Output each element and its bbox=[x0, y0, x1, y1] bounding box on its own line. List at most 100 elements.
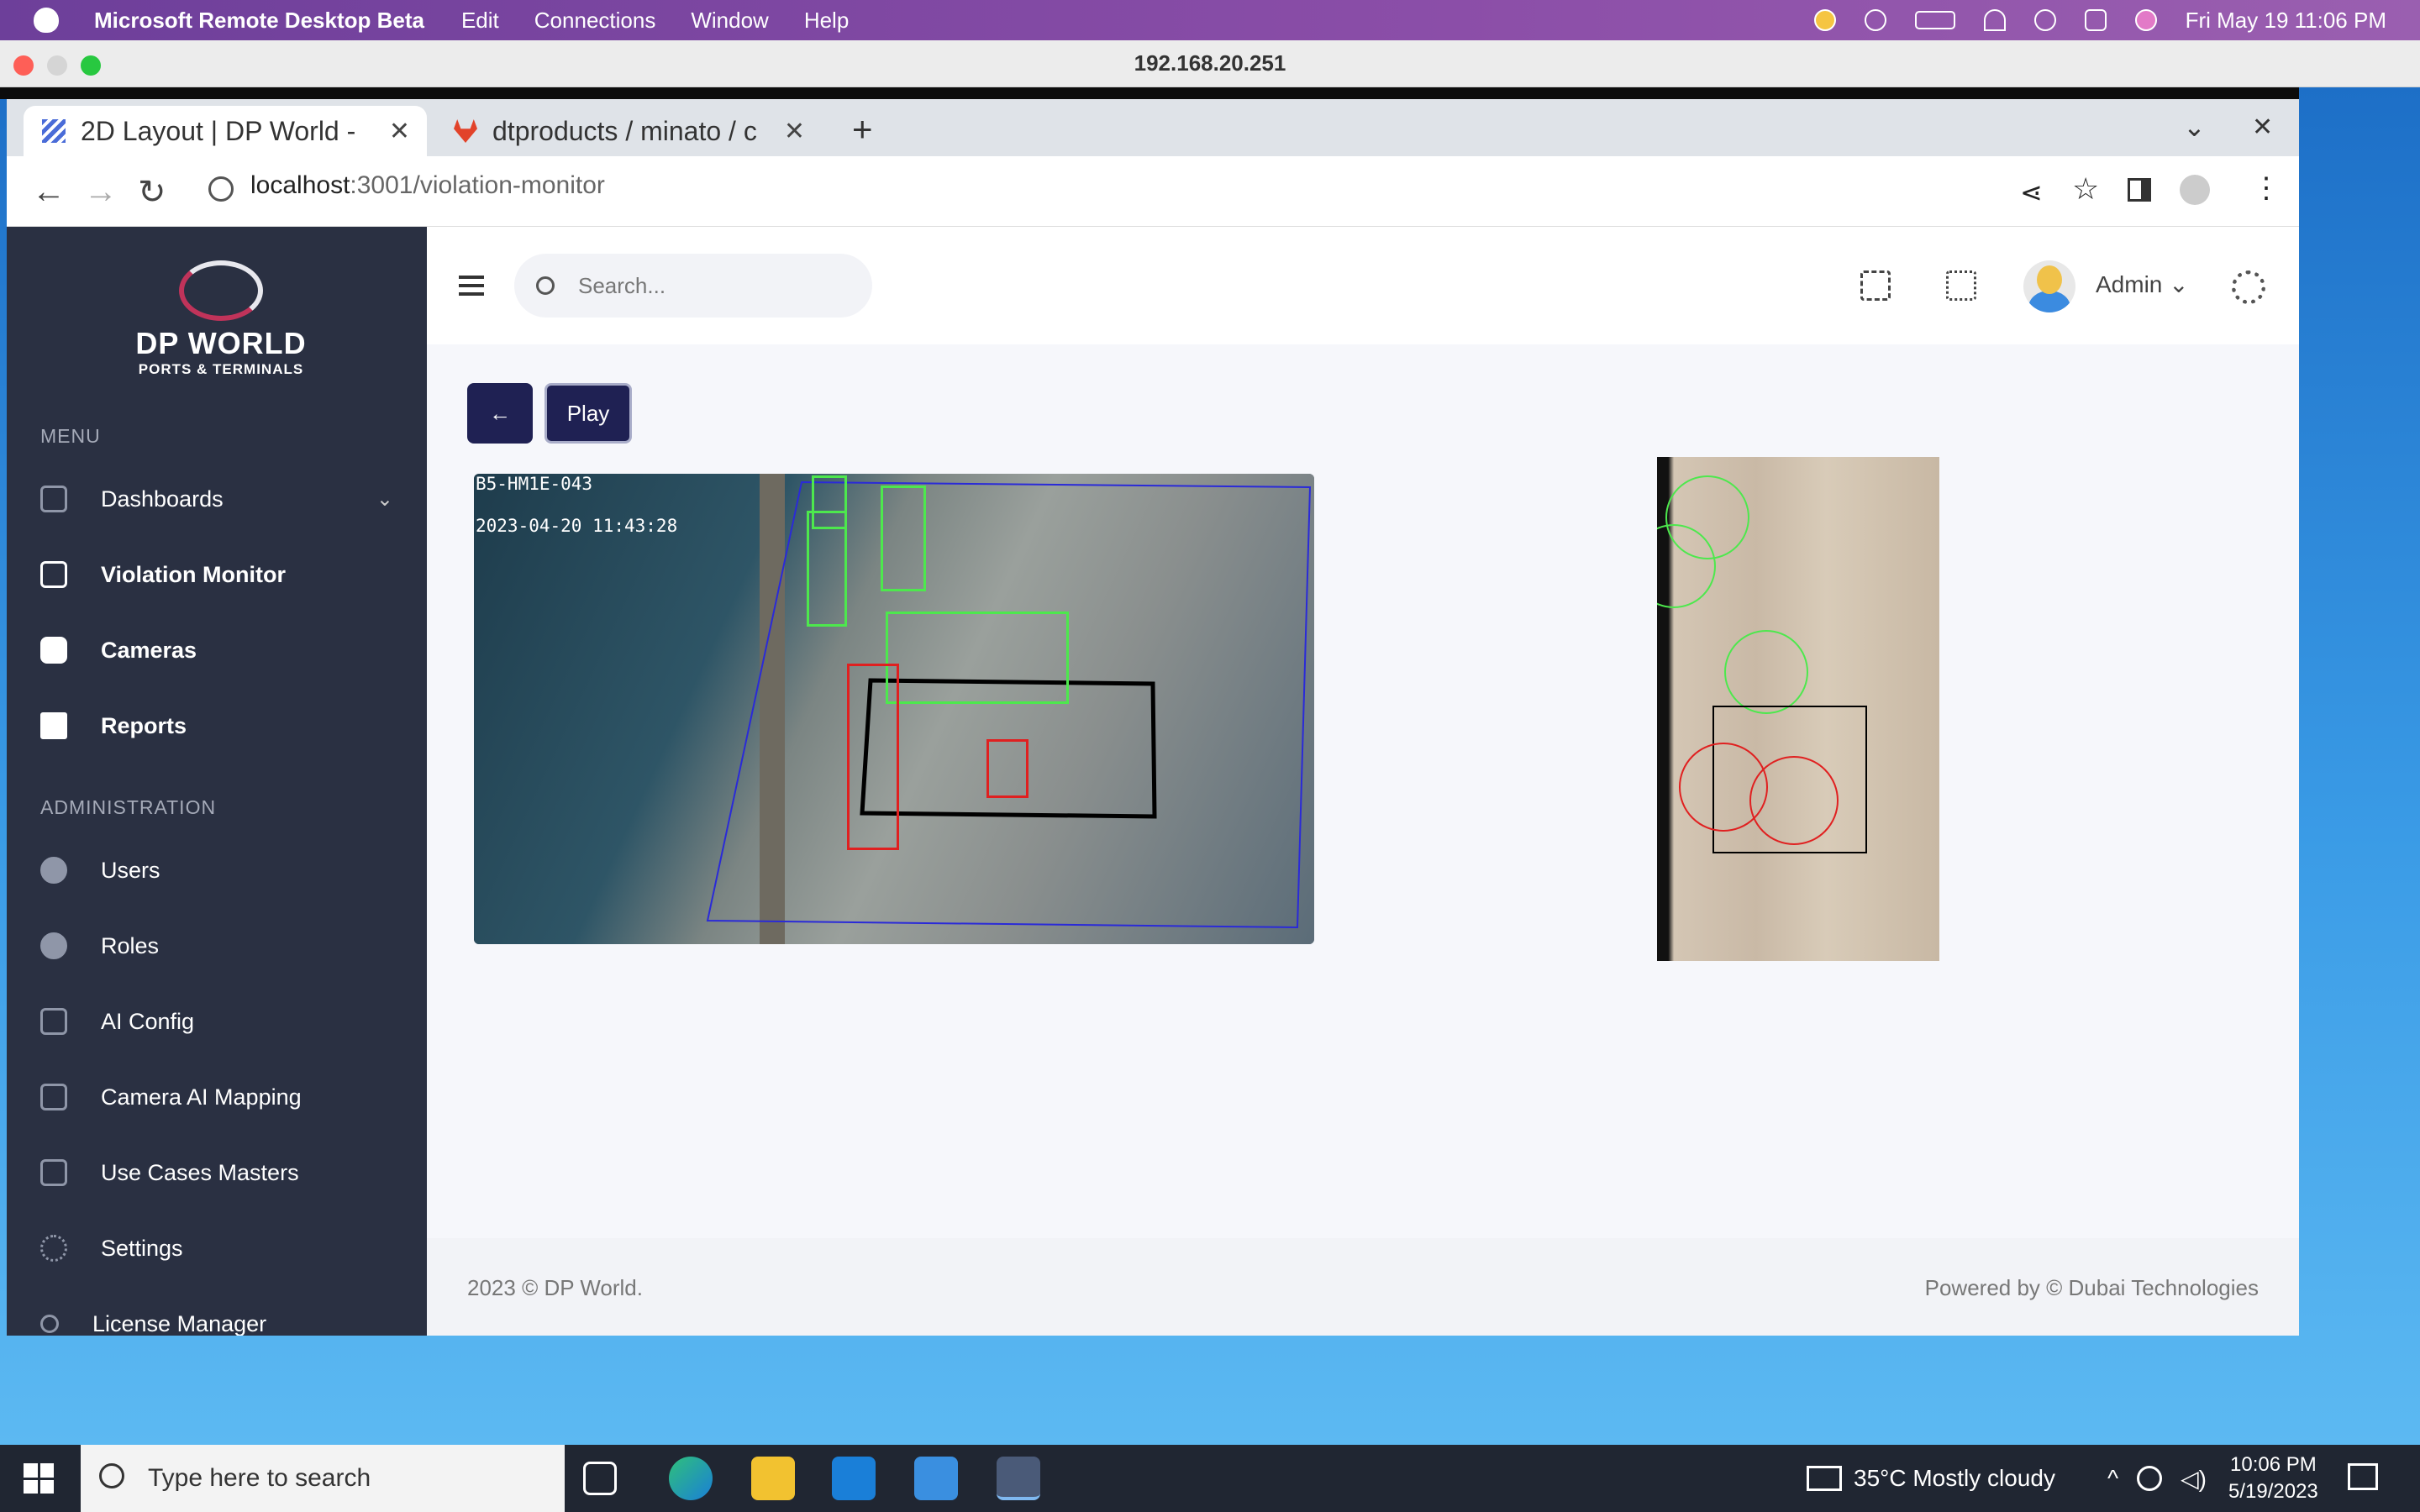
menu-connections[interactable]: Connections bbox=[534, 8, 656, 34]
sidebar-item-violation-monitor[interactable]: Violation Monitor bbox=[40, 549, 393, 600]
address-bar: ← → ↻ localhost:3001/violation-monitor ⋖… bbox=[7, 156, 2299, 227]
sidebar-item-label: Use Cases Masters bbox=[101, 1159, 299, 1185]
taskbar-time: 10:06 PM bbox=[2230, 1453, 2317, 1476]
camera-id-overlay: B5-HM1E-043 bbox=[476, 474, 593, 494]
sidebar-item-license-manager[interactable]: License Manager bbox=[40, 1299, 393, 1336]
tab-gitlab[interactable]: dtproducts / minato / c ✕ bbox=[435, 106, 822, 156]
menu-section-label: MENU bbox=[40, 425, 101, 447]
sidebar-item-label: Dashboards bbox=[101, 486, 224, 512]
edge-icon[interactable] bbox=[669, 1457, 713, 1500]
user-menu[interactable]: Admin ⌄ bbox=[2096, 270, 2189, 298]
weather-widget[interactable]: 35°C Mostly cloudy bbox=[1807, 1445, 2055, 1512]
sidebar-item-use-cases-masters[interactable]: Use Cases Masters bbox=[40, 1147, 393, 1198]
minimize-window-icon[interactable] bbox=[47, 55, 67, 76]
close-browser-icon[interactable]: ✕ bbox=[2252, 113, 2273, 142]
profile-icon[interactable] bbox=[2180, 175, 2210, 205]
sidebar-item-settings[interactable]: Settings bbox=[40, 1223, 393, 1273]
app-menu[interactable]: Microsoft Remote Desktop Beta bbox=[94, 8, 424, 34]
waves-favicon-icon bbox=[42, 119, 66, 143]
url-field[interactable]: localhost:3001/violation-monitor bbox=[250, 171, 605, 200]
gear-icon[interactable] bbox=[2232, 270, 2265, 304]
fullscreen-icon[interactable] bbox=[1946, 270, 1976, 301]
search-placeholder: Search... bbox=[578, 272, 666, 298]
2d-layout-view[interactable] bbox=[1657, 457, 1939, 961]
kebab-menu-icon[interactable]: ⋮ bbox=[2252, 171, 2281, 205]
menu-edit[interactable]: Edit bbox=[461, 8, 499, 34]
search-icon bbox=[536, 276, 555, 295]
detection-box-green bbox=[886, 612, 1069, 704]
apple-icon[interactable] bbox=[34, 8, 59, 33]
sidebar: DP WORLD PORTS & TERMINALS MENU Dashboar… bbox=[7, 227, 427, 1336]
control-center-icon[interactable] bbox=[2084, 9, 2107, 31]
menubar-clock[interactable]: Fri May 19 11:06 PM bbox=[2186, 8, 2386, 34]
tab-strip: 2D Layout | DP World - ✕ dtproducts / mi… bbox=[7, 99, 2299, 156]
reload-icon[interactable]: ↻ bbox=[138, 173, 166, 212]
siri-icon[interactable] bbox=[2134, 9, 2157, 31]
close-tab-icon[interactable]: ✕ bbox=[389, 117, 410, 146]
zoom-window-icon[interactable] bbox=[81, 55, 101, 76]
page-footer: 2023 © DP World. Powered by © Dubai Tech… bbox=[427, 1238, 2299, 1336]
windows-start-icon[interactable] bbox=[24, 1463, 54, 1494]
network-icon[interactable] bbox=[2137, 1466, 2163, 1491]
close-window-icon[interactable] bbox=[13, 55, 34, 76]
object-ring-red bbox=[1749, 756, 1839, 845]
taskbar-date: 5/19/2023 bbox=[2228, 1480, 2318, 1503]
chevron-up-icon[interactable]: ^ bbox=[2107, 1465, 2118, 1492]
main-content: ← Play B5-HM1E-043 2023-04-20 11:43:28 bbox=[427, 344, 2299, 1238]
menu-window[interactable]: Window bbox=[691, 8, 768, 34]
hamburger-menu-icon[interactable] bbox=[459, 276, 484, 296]
back-button[interactable]: ← bbox=[467, 383, 533, 444]
camera-icon bbox=[40, 637, 67, 664]
key-icon bbox=[40, 1315, 59, 1333]
chevron-down-icon[interactable]: ⌄ bbox=[2183, 111, 2206, 143]
sidebar-item-users[interactable]: Users bbox=[40, 845, 393, 895]
sidebar-item-cameras[interactable]: Cameras bbox=[40, 625, 393, 675]
back-arrow-icon[interactable]: ← bbox=[32, 173, 66, 211]
layout-icon bbox=[40, 1084, 67, 1110]
tab-2d-layout[interactable]: 2D Layout | DP World - ✕ bbox=[24, 106, 427, 156]
detection-box-green bbox=[807, 511, 847, 627]
task-view-icon[interactable] bbox=[583, 1462, 617, 1495]
sidebar-item-reports[interactable]: Reports bbox=[40, 701, 393, 751]
close-tab-icon[interactable]: ✕ bbox=[784, 117, 805, 146]
mail-icon[interactable] bbox=[914, 1457, 958, 1500]
info-icon[interactable] bbox=[208, 176, 234, 202]
star-icon[interactable]: ☆ bbox=[2072, 171, 2099, 207]
avatar[interactable] bbox=[2023, 260, 2075, 312]
battery-icon[interactable] bbox=[1914, 11, 1955, 29]
spotlight-icon[interactable] bbox=[2033, 9, 2056, 31]
notification-icon[interactable] bbox=[2348, 1463, 2378, 1490]
dp-world-logo: DP WORLD PORTS & TERMINALS bbox=[133, 260, 309, 395]
forward-arrow-icon[interactable]: → bbox=[84, 173, 118, 211]
sidebar-item-ai-config[interactable]: AI Config bbox=[40, 996, 393, 1047]
sidepanel-icon[interactable] bbox=[2128, 178, 2151, 202]
store-icon[interactable] bbox=[832, 1457, 876, 1500]
search-input[interactable]: Search... bbox=[514, 254, 872, 318]
weather-icon bbox=[1807, 1466, 1842, 1491]
sidebar-item-roles[interactable]: Roles bbox=[40, 921, 393, 971]
menu-help[interactable]: Help bbox=[804, 8, 849, 34]
sidebar-item-label: License Manager bbox=[92, 1310, 267, 1336]
taskbar-clock[interactable]: 10:06 PM 5/19/2023 bbox=[2228, 1452, 2318, 1505]
play-button[interactable]: Play bbox=[544, 383, 632, 444]
file-explorer-icon[interactable] bbox=[751, 1457, 795, 1500]
new-tab-icon[interactable]: + bbox=[852, 109, 873, 150]
camera-timestamp-overlay: 2023-04-20 11:43:28 bbox=[476, 516, 678, 536]
sidebar-item-camera-ai-mapping[interactable]: Camera AI Mapping bbox=[40, 1072, 393, 1122]
camera-feed[interactable]: B5-HM1E-043 2023-04-20 11:43:28 bbox=[474, 474, 1314, 944]
sidebar-item-dashboards[interactable]: Dashboards ⌄ bbox=[40, 474, 393, 524]
search-icon bbox=[99, 1463, 124, 1488]
share-icon[interactable]: ⋖ bbox=[2020, 176, 2043, 208]
user-name: Admin bbox=[2096, 271, 2163, 297]
play-icon[interactable] bbox=[1864, 9, 1886, 31]
warning-icon[interactable] bbox=[1813, 9, 1836, 31]
sidebar-item-label: AI Config bbox=[101, 1008, 195, 1034]
remote-desktop-icon[interactable] bbox=[997, 1457, 1040, 1500]
chevron-down-icon: ⌄ bbox=[376, 487, 393, 511]
taskbar-search-input[interactable]: Type here to search bbox=[81, 1445, 565, 1512]
volume-icon[interactable]: ◁) bbox=[2181, 1465, 2207, 1493]
wifi-icon[interactable] bbox=[1983, 9, 2006, 31]
chevron-down-icon: ⌄ bbox=[2169, 271, 2189, 297]
selection-icon[interactable] bbox=[1860, 270, 1891, 301]
tab-label: dtproducts / minato / c bbox=[492, 115, 757, 146]
